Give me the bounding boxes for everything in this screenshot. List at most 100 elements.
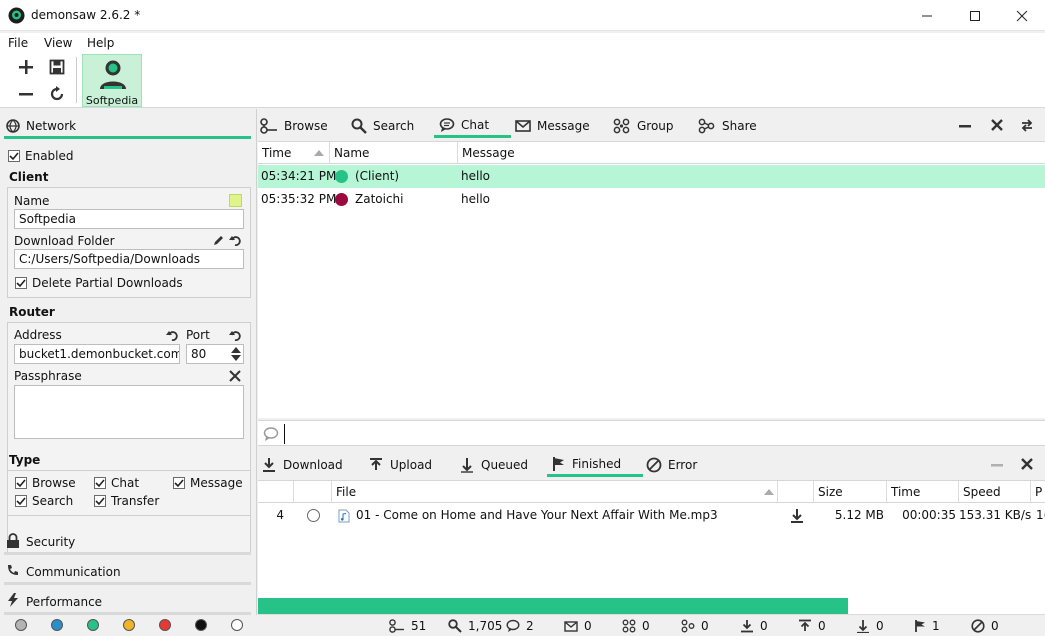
status-finished: 1 bbox=[914, 619, 940, 633]
col-action[interactable] bbox=[778, 481, 814, 503]
save-button[interactable] bbox=[47, 57, 67, 77]
col-index[interactable] bbox=[258, 481, 294, 503]
chat-input[interactable] bbox=[284, 424, 1034, 444]
transfer-status-indicator[interactable] bbox=[307, 509, 320, 522]
enabled-checkbox[interactable] bbox=[8, 150, 20, 162]
type-browse-checkbox[interactable] bbox=[15, 477, 27, 489]
col-name[interactable]: Name bbox=[330, 142, 458, 164]
download-folder-label: Download Folder bbox=[14, 234, 115, 248]
col-status[interactable] bbox=[294, 481, 332, 503]
col-speed[interactable]: Speed bbox=[959, 481, 1031, 503]
col-time-label: Time bbox=[262, 146, 292, 160]
add-button[interactable] bbox=[16, 57, 36, 77]
col-message[interactable]: Message bbox=[458, 142, 1045, 164]
router-address-input[interactable]: bucket1.demonbucket.com bbox=[14, 344, 180, 364]
swap-pane-icon[interactable] bbox=[1020, 118, 1034, 132]
type-transfer-checkbox[interactable] bbox=[94, 495, 106, 507]
status-shares-count: 0 bbox=[701, 619, 709, 633]
security-section[interactable]: Security bbox=[4, 525, 251, 555]
search-icon bbox=[448, 619, 462, 633]
status-routers: 51 bbox=[389, 619, 426, 633]
queued-download-icon[interactable] bbox=[789, 508, 805, 524]
chat-panel: Time Name Message 05:34:21 PM (Client) h… bbox=[258, 141, 1045, 418]
transfers-table-header: File Size Time Speed P bbox=[258, 481, 1045, 503]
download-folder-input[interactable]: C:/Users/Softpedia/Downloads bbox=[14, 249, 244, 269]
tab-search[interactable]: Search bbox=[351, 114, 431, 138]
close-transfers-icon[interactable] bbox=[1020, 457, 1034, 471]
tab-share[interactable]: Share bbox=[698, 114, 778, 138]
passphrase-input[interactable] bbox=[14, 385, 244, 439]
table-row[interactable]: 05:34:21 PM (Client) hello bbox=[258, 165, 1045, 188]
menu-file[interactable]: File bbox=[8, 36, 28, 50]
chat-name: (Client) bbox=[355, 169, 400, 183]
tab-browse[interactable]: Browse bbox=[260, 114, 338, 138]
close-window-button[interactable] bbox=[999, 0, 1045, 31]
col-size[interactable]: Size bbox=[814, 481, 887, 503]
delete-partial-checkbox[interactable] bbox=[15, 277, 27, 289]
color-dot[interactable] bbox=[123, 619, 135, 631]
performance-label: Performance bbox=[26, 595, 103, 609]
router-title: Router bbox=[9, 305, 55, 319]
close-pane-icon[interactable] bbox=[990, 118, 1004, 132]
chat-input-icon bbox=[263, 427, 279, 441]
type-message-checkbox[interactable] bbox=[173, 477, 185, 489]
tab-chat[interactable]: Chat bbox=[434, 114, 511, 138]
minimize-transfers-icon[interactable] bbox=[990, 459, 1004, 471]
tab-download[interactable]: Download bbox=[261, 453, 356, 477]
clear-passphrase-icon[interactable] bbox=[229, 370, 241, 382]
lightning-icon bbox=[7, 593, 19, 607]
reset-folder-icon[interactable] bbox=[229, 234, 242, 247]
tab-error[interactable]: Error bbox=[646, 453, 726, 477]
client-name-input[interactable]: Softpedia bbox=[14, 209, 244, 229]
status-downloads-count: 0 bbox=[760, 619, 768, 633]
network-header[interactable]: Network bbox=[26, 119, 76, 133]
tab-queued[interactable]: Queued bbox=[459, 453, 539, 477]
minimize-button[interactable] bbox=[904, 0, 950, 31]
col-time[interactable]: Time bbox=[887, 481, 959, 503]
profile-button[interactable]: Softpedia bbox=[82, 54, 142, 107]
color-dot[interactable] bbox=[195, 619, 207, 631]
title-bar: demonsaw 2.6.2 * bbox=[0, 0, 1045, 31]
color-dot[interactable] bbox=[15, 619, 27, 631]
port-stepper[interactable] bbox=[230, 346, 242, 362]
top-tab-bar: Browse Search Chat Message Group Share bbox=[258, 109, 1045, 141]
network-header-underline bbox=[4, 136, 251, 139]
edit-folder-icon[interactable] bbox=[212, 234, 225, 247]
color-dot[interactable] bbox=[231, 619, 243, 631]
share-icon bbox=[681, 619, 695, 633]
type-chat-checkbox[interactable] bbox=[94, 477, 106, 489]
reset-port-icon[interactable] bbox=[229, 329, 242, 342]
minimize-pane-icon[interactable] bbox=[958, 120, 972, 132]
tab-finished[interactable]: Finished bbox=[547, 453, 643, 477]
reset-address-icon[interactable] bbox=[166, 329, 179, 342]
tab-message-label: Message bbox=[537, 119, 590, 133]
user-color-dot bbox=[335, 193, 348, 206]
phone-icon bbox=[6, 563, 20, 577]
color-dot[interactable] bbox=[87, 619, 99, 631]
tab-group[interactable]: Group bbox=[613, 114, 693, 138]
status-groups-count: 0 bbox=[642, 619, 650, 633]
performance-section[interactable]: Performance bbox=[4, 585, 251, 615]
menu-view[interactable]: View bbox=[44, 36, 72, 50]
transfers-panel: File Size Time Speed P 4 01 - Come on Ho… bbox=[258, 480, 1045, 598]
col-p-label: P bbox=[1035, 485, 1043, 499]
refresh-button[interactable] bbox=[47, 84, 67, 104]
menu-help[interactable]: Help bbox=[87, 36, 114, 50]
table-row[interactable]: 05:35:32 PM Zatoichi hello bbox=[258, 188, 1045, 211]
maximize-button[interactable] bbox=[952, 0, 998, 31]
col-file[interactable]: File bbox=[332, 481, 778, 503]
tab-upload[interactable]: Upload bbox=[368, 453, 448, 477]
communication-section[interactable]: Communication bbox=[4, 555, 251, 585]
lock-icon bbox=[6, 533, 20, 548]
tab-message[interactable]: Message bbox=[515, 114, 605, 138]
table-row[interactable]: 4 01 - Come on Home and Have Your Next A… bbox=[258, 504, 1045, 527]
color-dot[interactable] bbox=[159, 619, 171, 631]
client-color-swatch[interactable] bbox=[229, 194, 242, 207]
client-title: Client bbox=[9, 170, 49, 184]
remove-button[interactable] bbox=[16, 84, 36, 104]
sort-ascending-icon bbox=[314, 149, 324, 157]
color-dot[interactable] bbox=[51, 619, 63, 631]
col-name-label: Name bbox=[334, 146, 370, 160]
col-p[interactable]: P bbox=[1031, 481, 1045, 503]
type-search-checkbox[interactable] bbox=[15, 495, 27, 507]
